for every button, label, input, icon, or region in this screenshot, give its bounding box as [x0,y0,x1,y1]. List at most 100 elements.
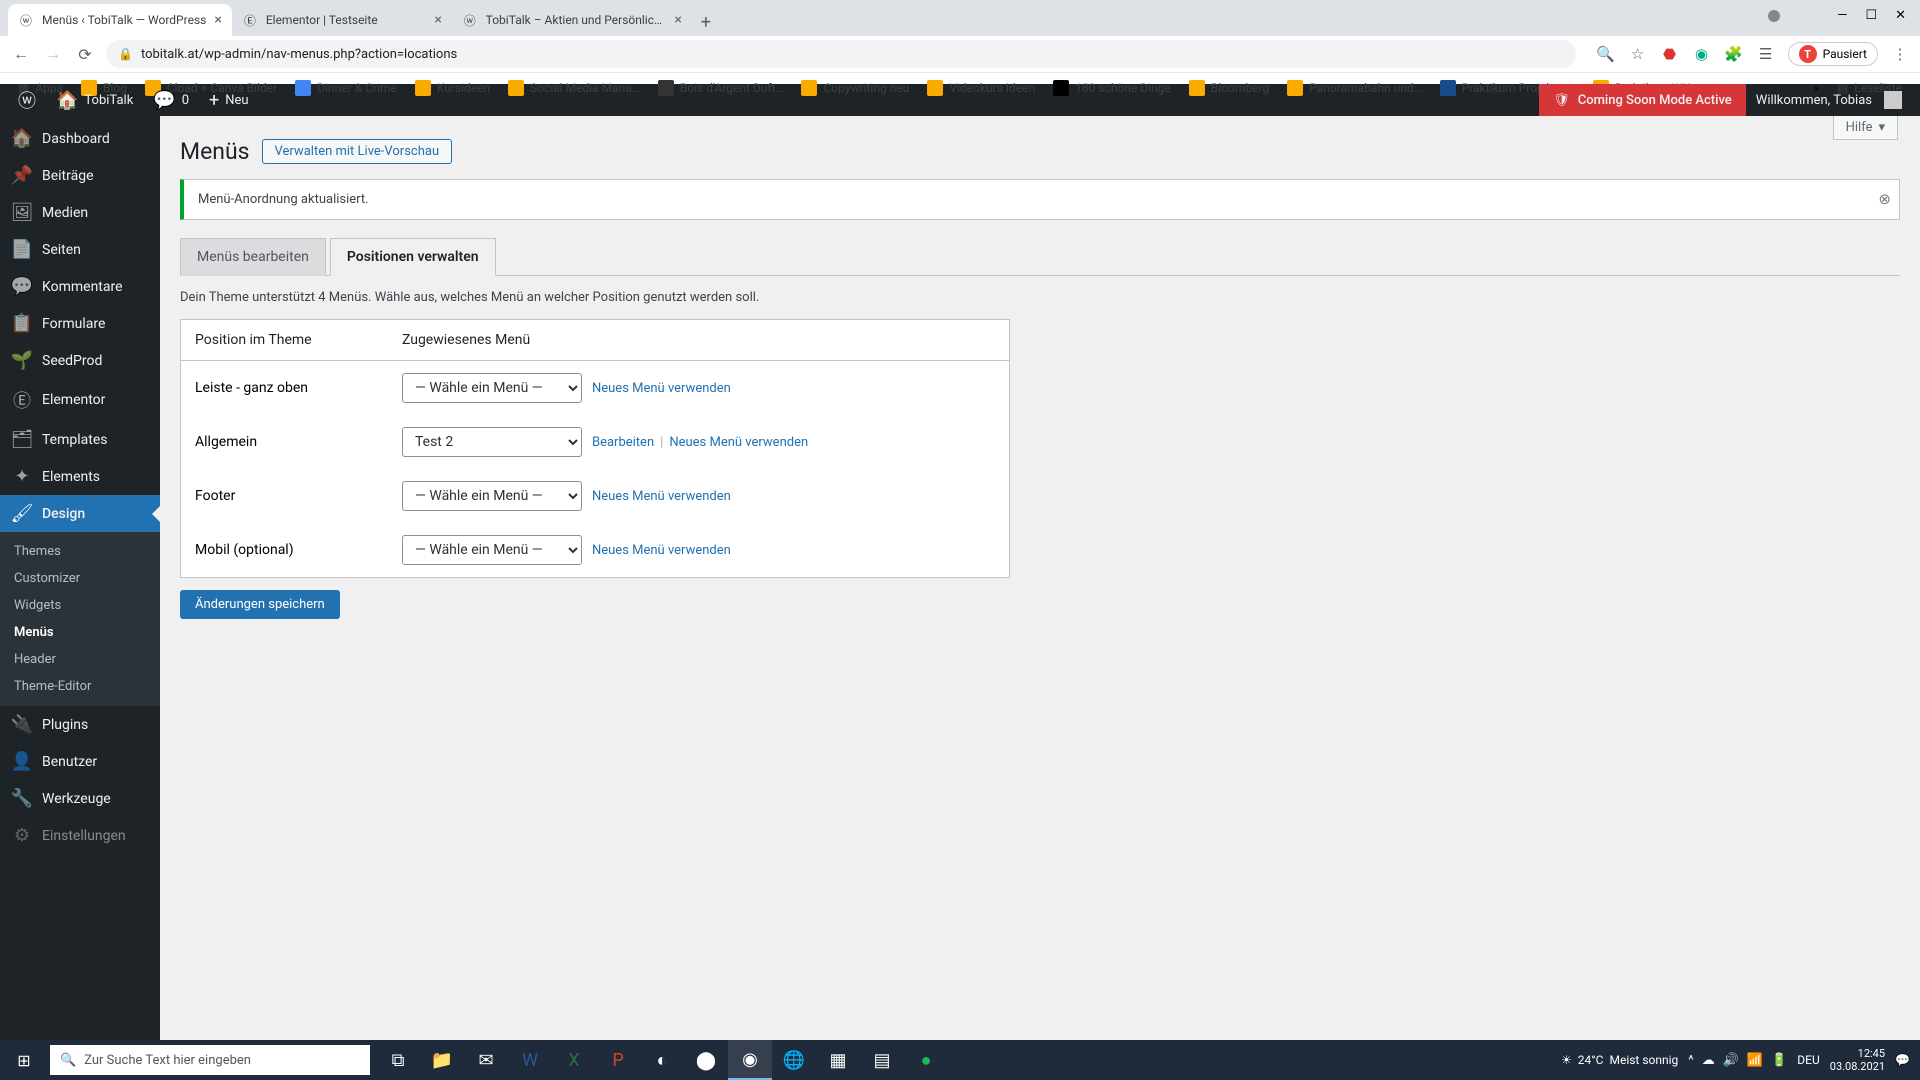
bookmark-item[interactable]: Copywriting neu [793,76,917,100]
bookmark-item[interactable]: Kursideen [407,76,498,100]
sidebar-item-comments[interactable]: 💬Kommentare [0,268,160,305]
wifi-icon[interactable]: 📶 [1747,1053,1763,1068]
bookmark-item[interactable]: Bloomberg [1181,76,1277,100]
description-text: Dein Theme unterstützt 4 Menüs. Wähle au… [180,290,1900,305]
onedrive-icon[interactable]: ☁ [1702,1053,1715,1068]
tab-edit-menus[interactable]: Menüs bearbeiten [180,238,326,276]
reload-icon[interactable]: ⟳ [74,43,96,65]
action-link[interactable]: Neues Menü verwenden [669,435,808,450]
zoom-icon[interactable]: 🔍 [1596,44,1616,64]
sidebar-item-plugins[interactable]: 🔌Plugins [0,706,160,743]
bookmark-item[interactable]: 180 schöne Dinge [1045,76,1179,100]
minimize-icon[interactable]: — [1837,8,1847,23]
submenu-menus[interactable]: Menüs [0,619,160,646]
submenu-themes[interactable]: Themes [0,538,160,565]
extension-icon[interactable]: ◉ [1692,44,1712,64]
back-icon[interactable]: ← [10,43,32,65]
explorer-icon[interactable]: 📁 [420,1040,464,1080]
adblock-icon[interactable]: ⬣ [1660,44,1680,64]
submenu-widgets[interactable]: Widgets [0,592,160,619]
submenu-theme-editor[interactable]: Theme-Editor [0,673,160,700]
edge-icon[interactable]: 🌐 [772,1040,816,1080]
star-icon[interactable]: ☆ [1628,44,1648,64]
battery-icon[interactable]: 🔋 [1771,1053,1787,1068]
chrome-icon[interactable]: ◉ [728,1040,772,1080]
task-view-icon[interactable]: ⧉ [376,1040,420,1080]
user-menu[interactable]: Willkommen, Tobias [1746,84,1912,116]
notifications-icon[interactable]: 💬 [1895,1053,1910,1067]
browser-tab[interactable]: ⓦ TobiTalk – Aktien und Persönlich… × [452,4,692,36]
sidebar-item-pages[interactable]: 📄Seiten [0,231,160,268]
submenu-customizer[interactable]: Customizer [0,565,160,592]
maximize-icon[interactable]: ☐ [1865,8,1877,23]
sidebar-item-posts[interactable]: 📌Beiträge [0,157,160,194]
sidebar-item-dashboard[interactable]: 🏠Dashboard [0,120,160,157]
sidebar-item-elements[interactable]: ✦Elements [0,458,160,495]
user-icon: 👤 [12,751,32,772]
bookmark-item[interactable]: Panoramabahn und… [1279,76,1429,100]
app-icon[interactable]: ◐ [640,1040,684,1080]
browser-tab[interactable]: Ⓔ Elementor | Testseite × [232,4,452,36]
account-badge-icon[interactable] [1768,10,1780,22]
extensions-icon[interactable]: 🧩 [1724,44,1744,64]
url-bar[interactable]: 🔒 tobitalk.at/wp-admin/nav-menus.php?act… [106,40,1576,68]
live-preview-button[interactable]: Verwalten mit Live-Vorschau [262,139,453,164]
reading-list-icon[interactable]: ☰ [1756,44,1776,64]
app-icon[interactable]: ▦ [816,1040,860,1080]
app-icon[interactable]: ▤ [860,1040,904,1080]
action-link[interactable]: Neues Menü verwenden [592,489,731,504]
submenu-header[interactable]: Header [0,646,160,673]
close-icon[interactable]: ✕ [1895,8,1906,23]
menu-select[interactable]: Test 2 [402,427,582,457]
action-link[interactable]: Neues Menü verwenden [592,543,731,558]
bookmark-item[interactable]: Bois d'Argent Duft… [650,76,792,100]
sidebar-item-design[interactable]: 🖌Design [0,495,160,532]
sidebar-item-templates[interactable]: 🗂Templates [0,421,160,458]
profile-paused[interactable]: T Pausiert [1788,42,1878,66]
bookmark-item[interactable]: Videokurs Ideen [919,76,1043,100]
bookmark-item[interactable]: Dinner & Crime [287,76,405,100]
save-button[interactable]: Änderungen speichern [180,590,340,619]
weather-widget[interactable]: ☀ 24°C Meist sonnig [1561,1053,1678,1067]
sidebar-item-seedprod[interactable]: 🌱SeedProd [0,342,160,379]
language-indicator[interactable]: DEU [1797,1053,1819,1067]
clock[interactable]: 12:45 03.08.2021 [1830,1047,1885,1073]
search-input[interactable]: 🔍 Zur Suche Text hier eingeben [50,1045,370,1075]
menu-select[interactable]: — Wähle ein Menü — [402,373,582,403]
action-link[interactable]: Neues Menü verwenden [592,381,731,396]
spotify-icon[interactable]: ● [904,1040,948,1080]
chevron-up-icon[interactable]: ^ [1688,1053,1693,1068]
powerpoint-icon[interactable]: P [596,1040,640,1080]
menu-icon[interactable]: ⋮ [1890,44,1910,64]
start-button[interactable]: ⊞ [0,1040,48,1080]
mail-icon[interactable]: ✉ [464,1040,508,1080]
word-icon[interactable]: W [508,1040,552,1080]
volume-icon[interactable]: 🔊 [1723,1053,1739,1068]
coming-soon-badge[interactable]: 🛡Coming Soon Mode Active [1539,84,1746,116]
new-content[interactable]: +Neu [199,84,259,116]
sidebar-item-settings[interactable]: ⚙Einstellungen [0,817,160,854]
dismiss-icon[interactable]: ⊗ [1878,190,1891,208]
menu-select[interactable]: — Wähle ein Menü — [402,535,582,565]
menu-select[interactable]: — Wähle ein Menü — [402,481,582,511]
action-link[interactable]: Bearbeiten [592,435,654,450]
close-icon[interactable]: × [674,12,681,28]
close-icon[interactable]: × [214,12,221,28]
new-tab-button[interactable]: + [692,8,720,36]
site-name[interactable]: 🏠TobiTalk [46,84,143,116]
help-tab[interactable]: Hilfe▾ [1833,116,1898,140]
forward-icon[interactable]: → [42,43,64,65]
sidebar-item-media[interactable]: 🖼Medien [0,194,160,231]
comments-link[interactable]: 💬0 [143,84,199,116]
sidebar-item-tools[interactable]: 🔧Werkzeuge [0,780,160,817]
obs-icon[interactable]: ⬤ [684,1040,728,1080]
close-icon[interactable]: × [434,12,441,28]
wp-logo[interactable]: ⓦ [8,84,46,116]
sidebar-item-forms[interactable]: 📋Formulare [0,305,160,342]
sidebar-item-users[interactable]: 👤Benutzer [0,743,160,780]
tab-manage-locations[interactable]: Positionen verwalten [330,238,496,276]
browser-tab[interactable]: ⓦ Menüs ‹ TobiTalk — WordPress × [8,4,232,36]
sidebar-item-elementor[interactable]: ⒺElementor [0,379,160,421]
excel-icon[interactable]: X [552,1040,596,1080]
bookmark-item[interactable]: Social Media Mana… [500,76,648,100]
